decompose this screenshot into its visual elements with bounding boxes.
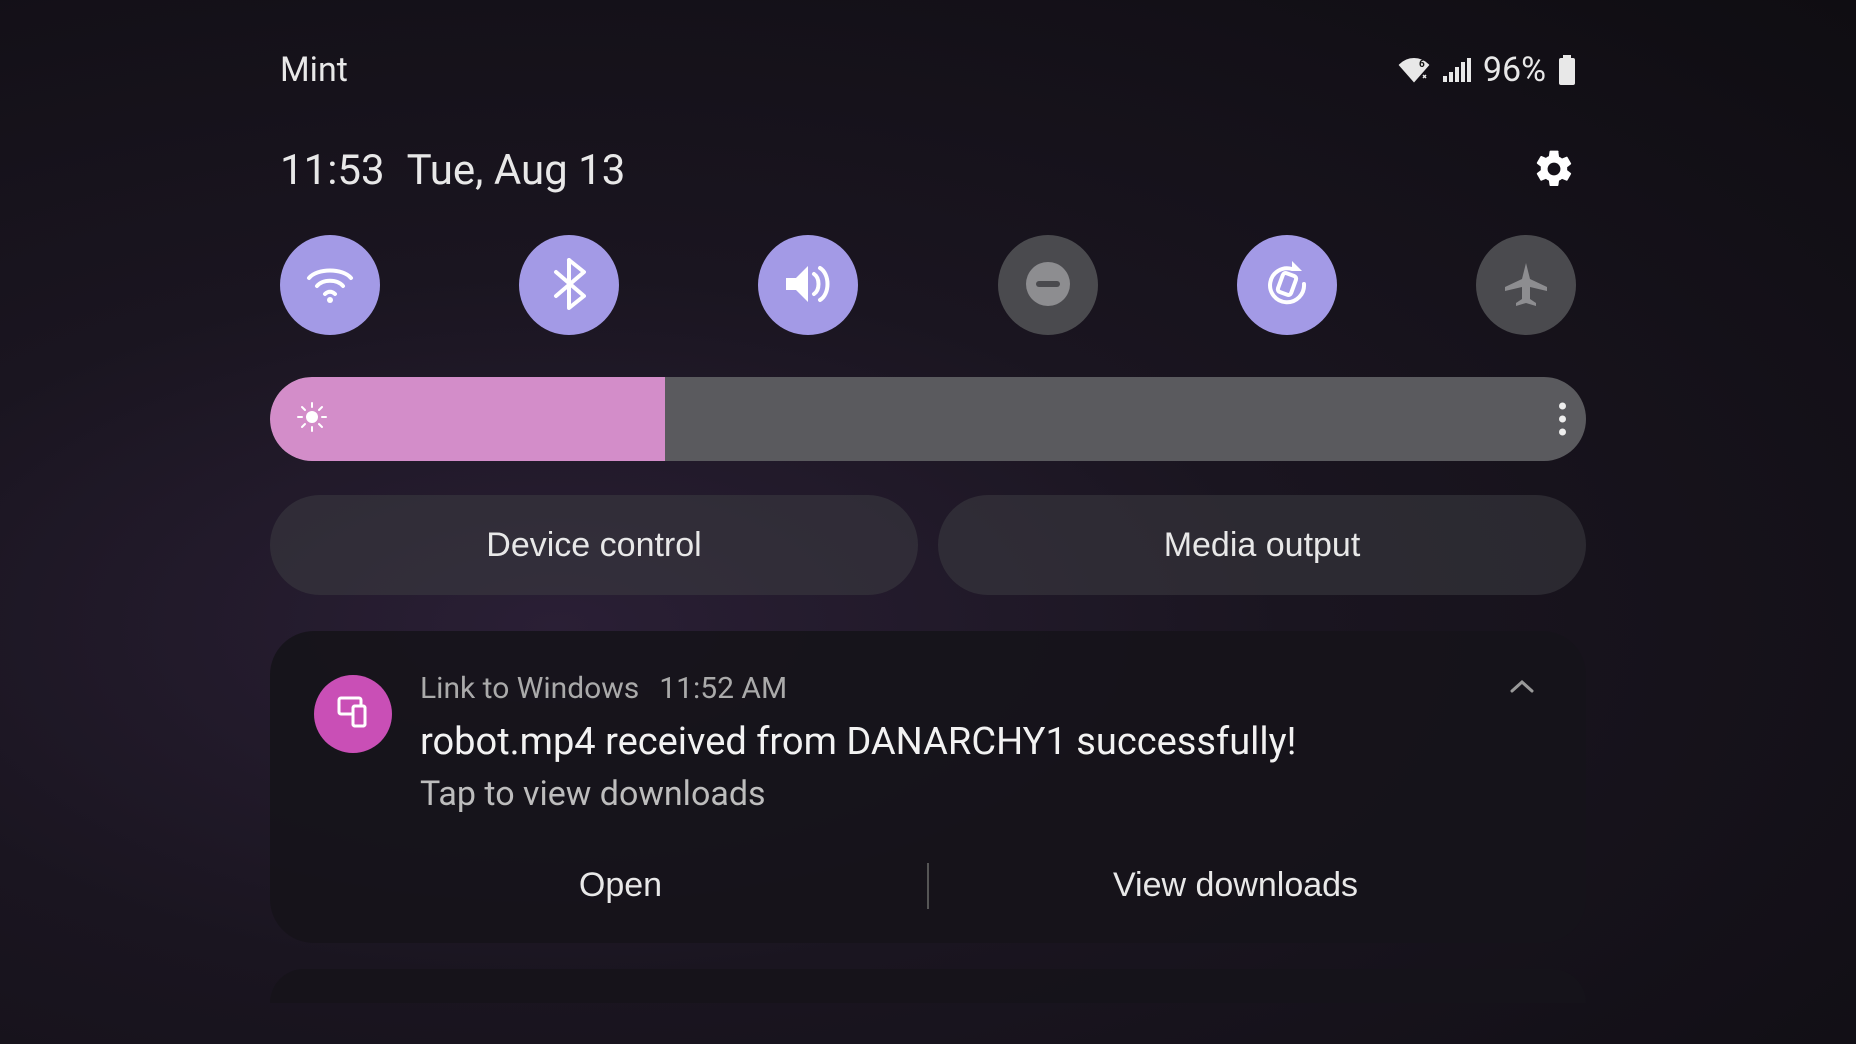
auto-rotate-toggle[interactable] (1237, 235, 1337, 335)
status-bar: Mint 6 96% (270, 50, 1586, 90)
next-notification-peek[interactable] (270, 969, 1586, 1003)
kebab-dot (1559, 429, 1566, 436)
notification-meta: Link to Windows 11:52 AM (420, 671, 1474, 706)
notification-card[interactable]: Link to Windows 11:52 AM robot.mp4 recei… (270, 631, 1586, 943)
wifi-status-icon: 6 (1397, 57, 1431, 83)
notification-time: 11:52 AM (659, 671, 787, 706)
chevron-up-icon (1508, 680, 1536, 699)
datetime-row: 11:53 Tue, Aug 13 (270, 146, 1586, 195)
battery-percent: 96% (1483, 50, 1546, 90)
notification-header: Link to Windows 11:52 AM robot.mp4 recei… (314, 671, 1542, 814)
carrier-label: Mint (280, 50, 348, 90)
link-to-windows-icon (333, 692, 373, 736)
kebab-dot (1559, 403, 1566, 410)
datetime: 11:53 Tue, Aug 13 (280, 146, 625, 195)
view-downloads-action[interactable]: View downloads (929, 854, 1542, 917)
brightness-slider[interactable] (270, 377, 1586, 461)
airplane-icon (1501, 259, 1551, 312)
device-control-button[interactable]: Device control (270, 495, 918, 595)
status-right: 6 96% (1397, 50, 1576, 90)
signal-icon (1443, 58, 1471, 82)
media-output-button[interactable]: Media output (938, 495, 1586, 595)
wifi-toggle[interactable] (280, 235, 380, 335)
do-not-disturb-icon (1022, 258, 1074, 313)
battery-icon (1558, 55, 1576, 85)
app-badge (314, 675, 392, 753)
notification-body: Link to Windows 11:52 AM robot.mp4 recei… (420, 671, 1474, 814)
notification-shade: Mint 6 96% (270, 50, 1586, 1003)
brightness-row (270, 377, 1586, 461)
notification-title: robot.mp4 received from DANARCHY1 succes… (420, 720, 1474, 764)
clock-date: Tue, Aug 13 (407, 146, 626, 195)
svg-text:6: 6 (1419, 59, 1425, 70)
notification-app-name: Link to Windows (420, 671, 639, 706)
airplane-toggle[interactable] (1476, 235, 1576, 335)
sun-icon (296, 401, 328, 437)
bluetooth-toggle[interactable] (519, 235, 619, 335)
settings-button[interactable] (1532, 147, 1576, 194)
dnd-toggle[interactable] (998, 235, 1098, 335)
wifi-icon (305, 264, 355, 307)
speaker-icon (782, 262, 834, 309)
brightness-menu-button[interactable] (1559, 403, 1566, 436)
panel-shortcut-row: Device control Media output (270, 495, 1586, 595)
open-action[interactable]: Open (314, 854, 927, 917)
collapse-button[interactable] (1502, 671, 1542, 705)
notification-actions: Open View downloads (314, 854, 1542, 917)
clock-time: 11:53 (280, 146, 385, 195)
rotate-icon (1262, 259, 1312, 312)
bluetooth-icon (552, 258, 586, 313)
quick-settings-row (270, 235, 1586, 335)
sound-toggle[interactable] (758, 235, 858, 335)
kebab-dot (1559, 416, 1566, 423)
notification-subtitle: Tap to view downloads (420, 774, 1474, 814)
brightness-fill (270, 377, 665, 461)
gear-icon (1532, 147, 1576, 194)
